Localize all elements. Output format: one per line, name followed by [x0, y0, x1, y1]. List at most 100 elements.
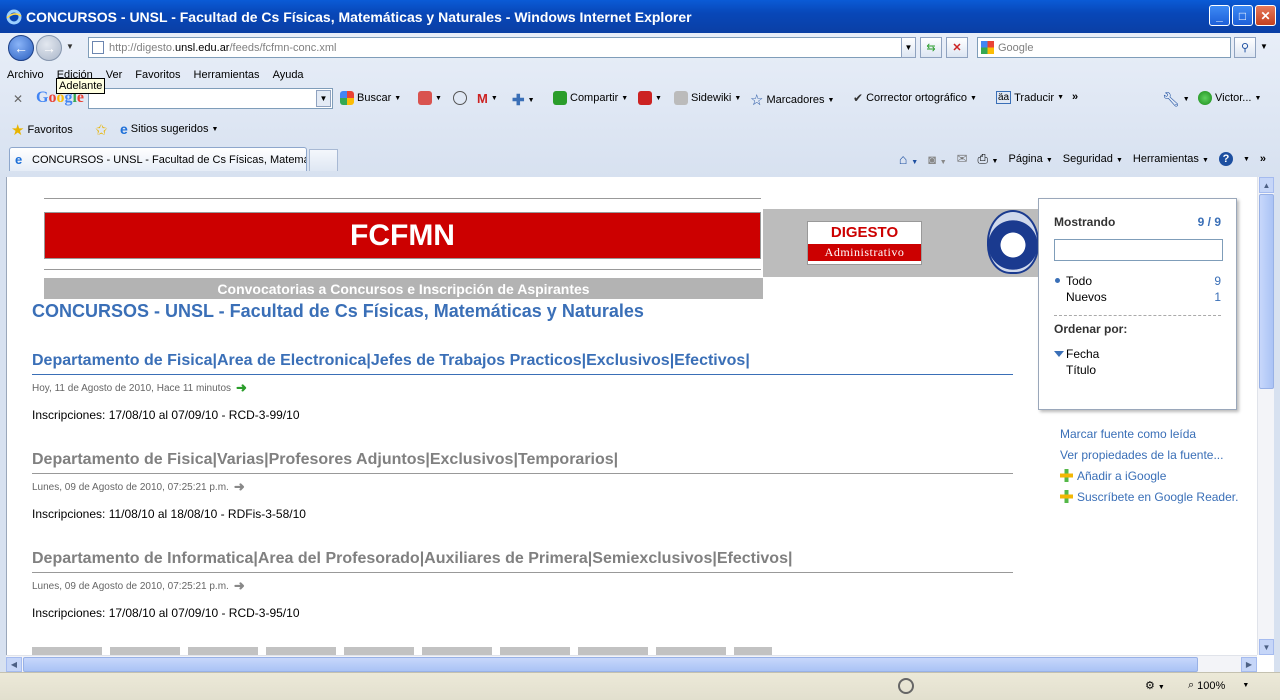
search-input[interactable]: Google — [977, 37, 1231, 58]
zoom-button[interactable]: ⌕ 100% ▼ — [1188, 679, 1249, 692]
traducir-button[interactable]: äa Traducir ▼ — [996, 91, 1064, 104]
sitios-sugeridos-button[interactable]: e Sitios sugeridos ▼ — [120, 121, 218, 137]
address-dropdown-icon[interactable]: ▼ — [901, 37, 916, 58]
settings-icon[interactable]: 🔧︎ ▼ — [1162, 91, 1190, 108]
feed-title: CONCURSOS - UNSL - Facultad de Cs Física… — [32, 301, 644, 321]
corrector-button[interactable]: ✔ Corrector ortográfico ▼ — [853, 91, 977, 105]
vertical-scroll-thumb[interactable] — [1259, 194, 1274, 389]
spellcheck-icon: ✔ — [853, 91, 864, 105]
entry-body: Inscripciones: 17/08/10 al 07/09/10 - RC… — [32, 408, 300, 422]
chat-icon[interactable] — [453, 91, 467, 105]
browser-chrome: ← → ▼ http://digesto. unsl.edu.ar/feeds/f… — [0, 33, 1280, 177]
add-favorite-icon[interactable]: ✩ — [95, 121, 108, 139]
help-icon[interactable]: ? — [1218, 152, 1233, 166]
scroll-right-icon[interactable]: ▶ — [1241, 657, 1257, 672]
entry-body: Inscripciones: 11/08/10 al 18/08/10 - RD… — [32, 507, 306, 521]
ie-logo-icon — [6, 9, 22, 24]
news-icon[interactable]: ▼ — [418, 91, 442, 105]
favoritos-button[interactable]: ★ Favoritos — [11, 121, 73, 139]
marcadores-button[interactable]: ☆ Marcadores ▼ — [750, 91, 834, 109]
horizontal-scroll-thumb[interactable] — [23, 657, 1198, 672]
scroll-down-icon[interactable]: ▼ — [1259, 639, 1274, 655]
window-title: CONCURSOS - UNSL - Facultad de Cs Física… — [26, 8, 692, 25]
more-toolbar-icon[interactable]: » — [1072, 91, 1078, 103]
refresh-icon[interactable]: ⇆ — [920, 37, 942, 58]
command-bar: ⌂ ▼ ◙ ▼ ✉ ⎙ ▼ Página ▼ Seguridad ▼ Herra… — [898, 151, 1266, 167]
entry-date: Lunes, 09 de Agosto de 2010, 07:25:21 p.… — [32, 481, 229, 493]
user-account-button[interactable]: Victor... ▼ — [1198, 91, 1261, 105]
privacy-icon[interactable] — [898, 678, 914, 694]
gmail-icon[interactable]: M ▼ — [477, 91, 498, 106]
protected-mode-icon[interactable]: ⚙ ▼ — [1145, 679, 1165, 692]
popup-blocker-icon[interactable]: ▼ — [638, 91, 662, 105]
scroll-up-icon[interactable]: ▲ — [1259, 177, 1274, 193]
menu-favoritos[interactable]: Favoritos — [128, 66, 186, 84]
buscar-button[interactable]: Buscar ▼ — [340, 91, 401, 105]
recent-pages-icon[interactable]: ▼ — [66, 42, 74, 51]
go-arrow-icon[interactable]: ➜ — [234, 578, 245, 594]
google-search-icon — [981, 41, 994, 54]
minimize-button[interactable]: _ — [1209, 5, 1230, 26]
selected-dot-icon — [1055, 278, 1060, 283]
fcfmn-banner: FCFMN — [44, 212, 761, 259]
unsl-seal-icon — [987, 210, 1039, 274]
sort-titulo[interactable]: Título — [1054, 362, 1221, 378]
sidewiki-button[interactable]: Sidewiki ▼ — [674, 91, 741, 105]
tab-concursos[interactable]: e CONCURSOS - UNSL - Facultad de Cs Físi… — [9, 147, 307, 171]
pagina-menu[interactable]: Página ▼ — [1008, 153, 1052, 165]
entry-date: Hoy, 11 de Agosto de 2010, Hace 11 minut… — [32, 382, 232, 394]
maximize-button[interactable]: □ — [1232, 5, 1253, 26]
page-content: FCFMN DIGESTO Administrativo Convocatori… — [6, 177, 1257, 655]
sidewiki-icon — [674, 91, 688, 105]
feed-entry: Departamento de Informatica|Area del Pro… — [32, 550, 1013, 620]
add-gadget-icon[interactable]: ✚ ▼ — [512, 91, 535, 109]
close-window-button[interactable]: ✕ — [1255, 5, 1276, 26]
compartir-button[interactable]: Compartir ▼ — [553, 91, 628, 105]
banner-top-line — [44, 198, 761, 199]
google-toolbar: ✕ Google ▼ Buscar ▼ ▼ M ▼ ✚ ▼ Compartir ▼ ▼ … — [0, 85, 1280, 113]
feeds-icon[interactable]: ◙ ▼ — [928, 152, 946, 167]
filter-nuevos[interactable]: Nuevos 1 — [1054, 289, 1221, 305]
scroll-left-icon[interactable]: ◀ — [6, 657, 22, 672]
new-tab-button[interactable] — [309, 149, 338, 171]
mail-icon[interactable]: ✉ — [957, 151, 968, 167]
sort-fecha[interactable]: Fecha — [1054, 346, 1221, 362]
reader-plus-icon — [1060, 490, 1073, 503]
menu-archivo[interactable]: Archivo — [0, 66, 50, 84]
herramientas-menu[interactable]: Herramientas ▼ — [1133, 153, 1209, 165]
home-icon[interactable]: ⌂ ▼ — [899, 151, 918, 167]
mark-read-link[interactable]: Marcar fuente como leída — [1060, 426, 1246, 442]
search-icon[interactable]: ⚲ — [1234, 37, 1256, 58]
forward-button[interactable]: → — [36, 35, 62, 61]
horizontal-scrollbar[interactable]: ◀ ▶ — [6, 655, 1257, 672]
go-arrow-icon[interactable]: ➜ — [236, 380, 247, 396]
print-icon[interactable]: ⎙ ▼ — [978, 151, 999, 167]
stop-icon[interactable]: ✕ — [946, 37, 968, 58]
feed-properties-link[interactable]: Ver propiedades de la fuente... — [1046, 447, 1246, 463]
account-status-icon — [1198, 91, 1212, 105]
mostrando-count: 9 / 9 — [1197, 215, 1221, 229]
google-reader-link[interactable]: Suscríbete en Google Reader. — [1046, 489, 1246, 505]
vertical-scrollbar[interactable]: ▲ ▼ — [1257, 177, 1274, 655]
menu-herramientas[interactable]: Herramientas — [187, 66, 266, 84]
share-icon — [553, 91, 567, 105]
add-igoogle-link[interactable]: Añadir a iGoogle — [1046, 468, 1246, 484]
entry-title[interactable]: Departamento de Informatica|Area del Pro… — [32, 550, 1013, 573]
digesto-logo: DIGESTO Administrativo — [807, 221, 922, 265]
address-bar[interactable]: http://digesto. unsl.edu.ar/feeds/fcfmn-c… — [88, 37, 916, 58]
filter-todo[interactable]: Todo 9 — [1054, 273, 1221, 289]
filter-input[interactable] — [1054, 239, 1223, 261]
feed-entry: Departamento de Fisica|Varias|Profesores… — [32, 451, 1013, 521]
entry-title[interactable]: Departamento de Fisica|Area de Electroni… — [32, 352, 1013, 375]
google-search-input[interactable]: ▼ — [88, 88, 333, 109]
entry-title[interactable]: Departamento de Fisica|Varias|Profesores… — [32, 451, 1013, 474]
seguridad-menu[interactable]: Seguridad ▼ — [1063, 153, 1123, 165]
search-options-icon[interactable]: ▼ — [1260, 42, 1268, 51]
menu-bar: Archivo Edición Ver Favoritos Herramient… — [0, 66, 310, 84]
back-button[interactable]: ← — [8, 35, 34, 61]
tab-bar: e CONCURSOS - UNSL - Facultad de Cs Físi… — [0, 144, 1280, 175]
go-arrow-icon[interactable]: ➜ — [234, 479, 245, 495]
close-toolbar-icon[interactable]: ✕ — [13, 92, 23, 106]
more-commands-icon[interactable]: » — [1260, 153, 1266, 165]
menu-ayuda[interactable]: Ayuda — [266, 66, 310, 84]
